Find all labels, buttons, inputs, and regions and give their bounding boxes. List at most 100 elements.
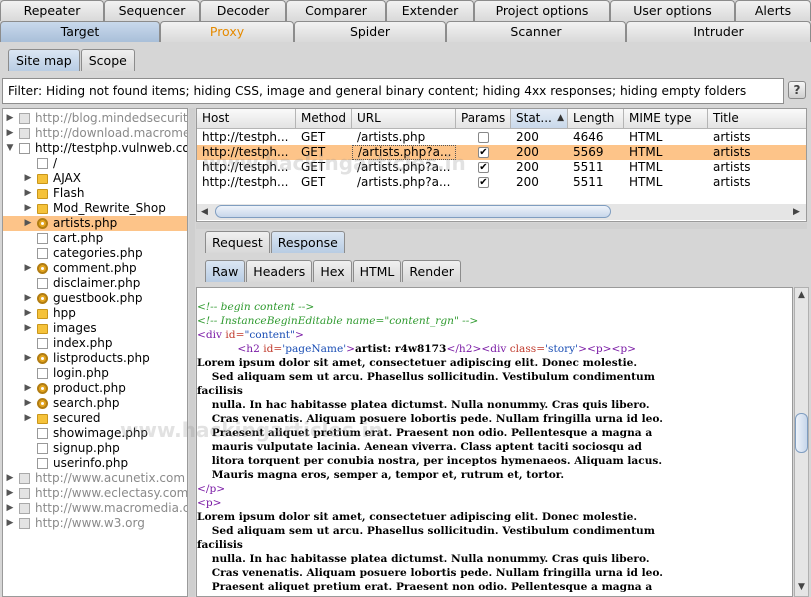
tree-node[interactable]: ▶ AJAX	[3, 171, 187, 186]
help-button[interactable]: ?	[788, 81, 806, 99]
collapsed-arrow-icon[interactable]: ▶	[23, 171, 33, 186]
tree-node[interactable]: login.php	[3, 366, 187, 381]
response-raw-view[interactable]: <!-- begin content --> <!-- InstanceBegin…	[196, 287, 793, 597]
tree-node[interactable]: ▶ Flash	[3, 186, 187, 201]
scroll-right-icon[interactable]: ▶	[793, 207, 800, 217]
params-checkbox[interactable]: ✔	[478, 147, 489, 158]
scroll-thumb[interactable]	[215, 205, 611, 218]
collapsed-arrow-icon[interactable]: ▶	[5, 126, 15, 141]
column-header[interactable]: URL	[352, 109, 456, 129]
params-checkbox[interactable]: ✔	[478, 177, 489, 188]
collapsed-arrow-icon[interactable]: ▶	[5, 501, 15, 516]
tree-node-label: product.php	[53, 381, 126, 395]
column-header[interactable]: Length	[568, 109, 624, 129]
tree-node[interactable]: ▼ http://testphp.vulnweb.com	[3, 141, 187, 156]
tree-node[interactable]: ▶ http://www.macromedia.co	[3, 501, 187, 516]
tree-node[interactable]: userinfo.php	[3, 456, 187, 471]
tree-node[interactable]: cart.php	[3, 231, 187, 246]
tree-node[interactable]: /	[3, 156, 187, 171]
response-vertical-scrollbar[interactable]: ▲ ▼	[794, 287, 809, 597]
tab-extender[interactable]: Extender	[386, 0, 474, 21]
table-cell-status: 200	[516, 175, 539, 189]
collapsed-arrow-icon[interactable]: ▶	[23, 411, 33, 426]
table-cell-url: /artists.php	[357, 130, 426, 144]
tree-node[interactable]: ▶ http://www.w3.org	[3, 516, 187, 531]
tab-scanner[interactable]: Scanner	[446, 21, 626, 42]
tab-decoder[interactable]: Decoder	[200, 0, 286, 21]
tab-alerts[interactable]: Alerts	[735, 0, 811, 21]
tree-node[interactable]: ▶ product.php	[3, 381, 187, 396]
table-horizontal-scrollbar[interactable]: ◀ ▶	[197, 204, 806, 220]
collapsed-arrow-icon[interactable]: ▶	[23, 216, 33, 231]
tab-hex[interactable]: Hex	[313, 260, 352, 282]
tree-node[interactable]: ▶ listproducts.php	[3, 351, 187, 366]
tree-node[interactable]: categories.php	[3, 246, 187, 261]
tree-node[interactable]: ▶ artists.php	[3, 216, 187, 231]
expanded-arrow-icon[interactable]: ▼	[5, 141, 15, 156]
scroll-up-icon[interactable]: ▲	[798, 290, 805, 300]
tab-raw[interactable]: Raw	[205, 260, 246, 282]
scroll-down-icon[interactable]: ▼	[798, 582, 805, 592]
collapsed-arrow-icon[interactable]: ▶	[23, 381, 33, 396]
filter-bar[interactable]: Filter: Hiding not found items; hiding C…	[2, 78, 784, 104]
tab-comparer[interactable]: Comparer	[286, 0, 386, 21]
tab-site-map[interactable]: Site map	[8, 49, 80, 71]
tab-intruder[interactable]: Intruder	[626, 21, 811, 42]
collapsed-arrow-icon[interactable]: ▶	[23, 321, 33, 336]
collapsed-arrow-icon[interactable]: ▶	[5, 486, 15, 501]
tab-spider[interactable]: Spider	[294, 21, 446, 42]
scroll-left-icon[interactable]: ◀	[201, 207, 208, 217]
collapsed-arrow-icon[interactable]: ▶	[23, 351, 33, 366]
tab-html[interactable]: HTML	[352, 260, 402, 282]
tree-node[interactable]: ▶ hpp	[3, 306, 187, 321]
column-header[interactable]: Params	[456, 109, 511, 129]
tab-repeater[interactable]: Repeater	[0, 0, 104, 21]
params-checkbox[interactable]: ✔	[478, 162, 489, 173]
tree-node[interactable]: disclaimer.php	[3, 276, 187, 291]
vertical-splitter[interactable]	[189, 108, 195, 597]
tab-target[interactable]: Target	[0, 21, 160, 42]
site-map-tree[interactable]: ▶ http://blog.mindedsecurity ▶ http://downl…	[2, 108, 188, 597]
tree-node[interactable]: ▶ Mod_Rewrite_Shop	[3, 201, 187, 216]
collapsed-arrow-icon[interactable]: ▶	[23, 291, 33, 306]
tab-proxy[interactable]: Proxy	[160, 21, 294, 42]
tree-node[interactable]: ▶ guestbook.php	[3, 291, 187, 306]
collapsed-arrow-icon[interactable]: ▶	[23, 261, 33, 276]
collapsed-arrow-icon[interactable]: ▶	[23, 306, 33, 321]
collapsed-arrow-icon[interactable]: ▶	[5, 471, 15, 486]
tab-response[interactable]: Response	[270, 231, 345, 253]
tab-project-options[interactable]: Project options	[474, 0, 610, 21]
collapsed-arrow-icon[interactable]: ▶	[23, 396, 33, 411]
horizontal-splitter[interactable]	[196, 223, 807, 229]
column-header[interactable]: Title	[708, 109, 806, 129]
tab-render[interactable]: Render	[402, 260, 461, 282]
collapsed-arrow-icon[interactable]: ▶	[5, 516, 15, 531]
table-cell-host: http://testph...	[202, 130, 289, 144]
tab-headers[interactable]: Headers	[246, 260, 313, 282]
tree-node[interactable]: ▶ http://blog.mindedsecurity	[3, 111, 187, 126]
tree-node[interactable]: ▶ http://www.acunetix.com	[3, 471, 187, 486]
tree-node[interactable]: ▶ images	[3, 321, 187, 336]
tab-request[interactable]: Request	[205, 231, 270, 253]
column-header[interactable]: Stat... ▲	[511, 109, 568, 129]
tab-scope[interactable]: Scope	[80, 49, 135, 71]
scroll-thumb[interactable]	[795, 413, 808, 453]
column-header[interactable]: Method	[296, 109, 352, 129]
tree-node[interactable]: ▶ search.php	[3, 396, 187, 411]
tab-sequencer[interactable]: Sequencer	[104, 0, 200, 21]
column-header[interactable]: MIME type	[624, 109, 708, 129]
collapsed-arrow-icon[interactable]: ▶	[5, 111, 15, 126]
column-header[interactable]: Host	[197, 109, 296, 129]
response-line: Praesent aliquet pretium erat. Praesent …	[197, 580, 652, 594]
tree-node[interactable]: ▶ http://download.macromed	[3, 126, 187, 141]
tree-node[interactable]: ▶ http://www.eclectasy.com	[3, 486, 187, 501]
response-line: Lorem ipsum dolor sit amet, consectetuer…	[197, 356, 637, 370]
tab-user-options[interactable]: User options	[610, 0, 735, 21]
collapsed-arrow-icon[interactable]: ▶	[23, 186, 33, 201]
collapsed-arrow-icon[interactable]: ▶	[23, 201, 33, 216]
tree-node[interactable]: ▶ comment.php	[3, 261, 187, 276]
tree-node[interactable]: signup.php	[3, 441, 187, 456]
params-checkbox[interactable]	[478, 132, 489, 143]
tree-node[interactable]: index.php	[3, 336, 187, 351]
response-token: mauris vulputate lacinia. Aenean viverra…	[197, 441, 642, 453]
